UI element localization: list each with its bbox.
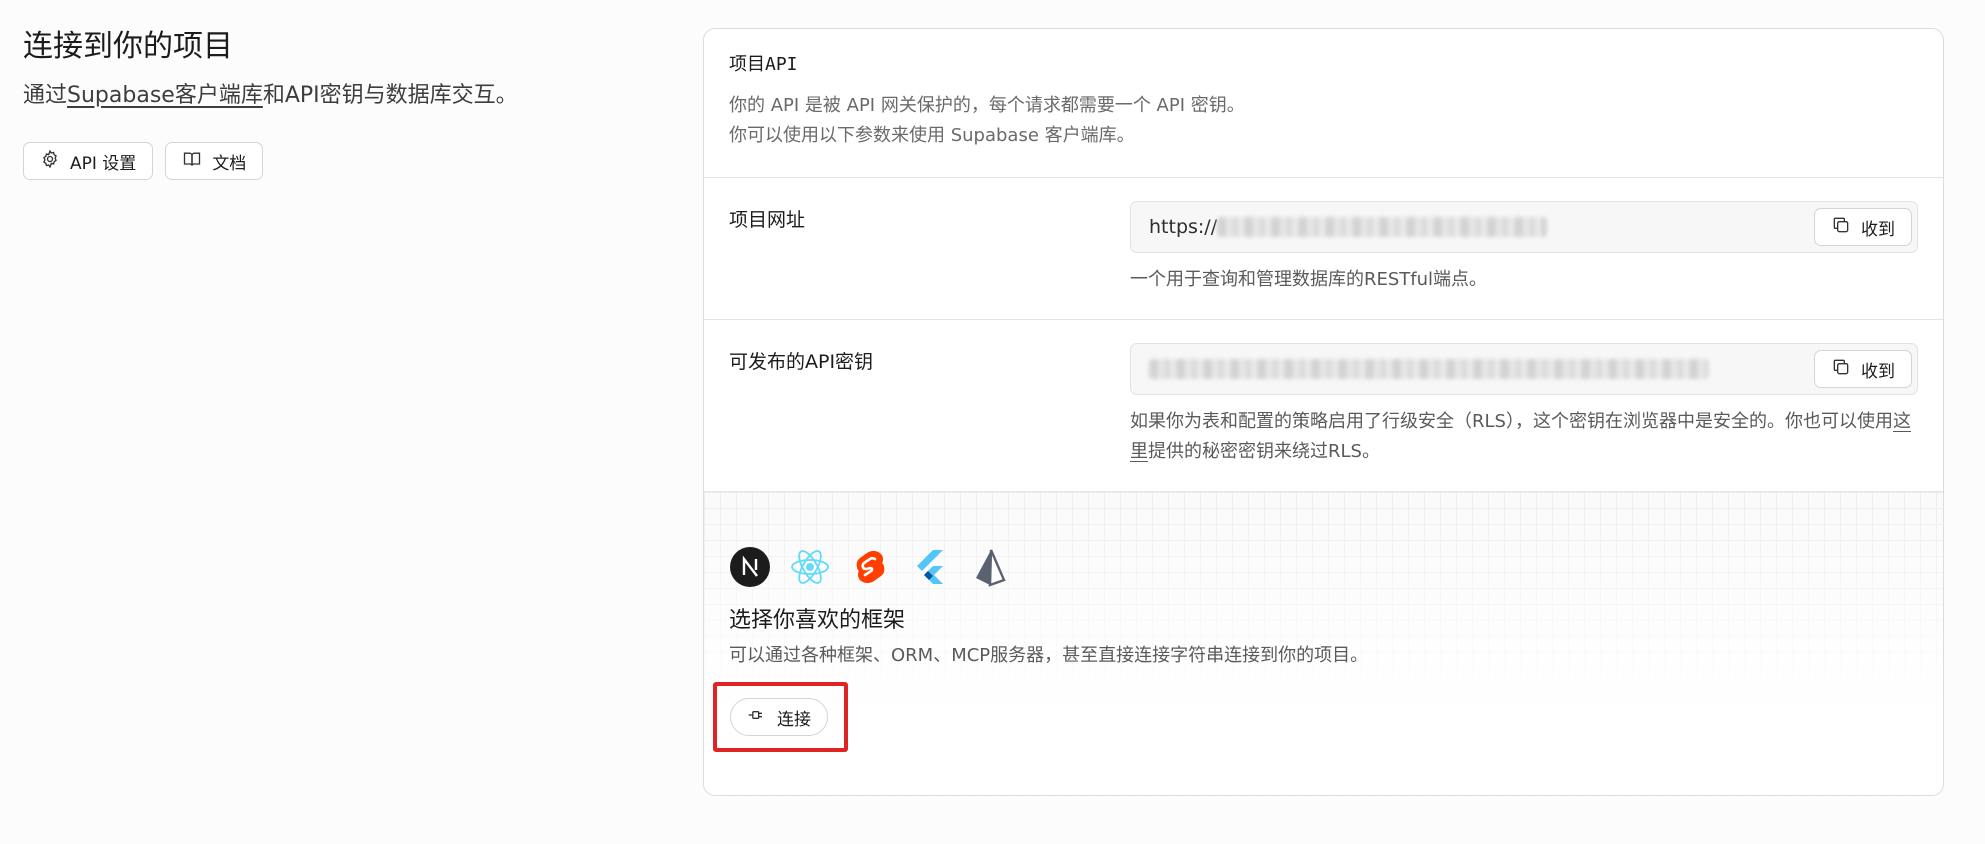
api-section-header: 项目API 你的 API 是被 API 网关保护的，每个请求都需要一个 API … <box>704 29 1943 178</box>
publishable-key-row: 可发布的API密钥 收到 如果你为表和配置的策略启用了行级安全（RLS），这个密… <box>704 320 1943 492</box>
copy-icon <box>1831 215 1851 240</box>
project-url-row: 项目网址 https:// 收到 一个用于查询和管理数据库的RESTful端点。 <box>704 178 1943 320</box>
page-title: 连接到你的项目 <box>23 29 233 64</box>
page-description: 通过Supabase客户端库和API密钥与数据库交互。 <box>23 80 663 112</box>
desc-prefix: 通过 <box>23 83 68 108</box>
docs-button[interactable]: 文档 <box>165 142 264 180</box>
copy-url-button[interactable]: 收到 <box>1814 208 1912 246</box>
left-panel: 连接到你的项目 通过Supabase客户端库和API密钥与数据库交互。 API … <box>23 26 663 180</box>
key-helper-prefix: 如果你为表和配置的策略启用了行级安全（RLS），这个密钥在浏览器中是安全的。你也… <box>1130 411 1893 432</box>
project-url-field-wrap: https:// 收到 一个用于查询和管理数据库的RESTful端点。 <box>1130 201 1918 319</box>
connect-button[interactable]: 连接 <box>730 698 828 736</box>
project-url-value: https:// <box>1149 216 1548 238</box>
framework-section: 选择你喜欢的框架 可以通过各种框架、ORM、MCP服务器，甚至直接连接字符串连接… <box>704 492 1943 795</box>
project-url-label: 项目网址 <box>729 209 806 231</box>
api-section-description: 你的 API 是被 API 网关保护的，每个请求都需要一个 API 密钥。 你可… <box>729 91 1918 151</box>
framework-icon-row <box>729 546 1918 588</box>
book-icon <box>182 149 202 174</box>
framework-subtitle: 可以通过各种框架、ORM、MCP服务器，甚至直接连接字符串连接到你的项目。 <box>729 645 1369 666</box>
gear-icon <box>40 149 60 174</box>
api-settings-label: API 设置 <box>70 153 137 174</box>
copy-url-label: 收到 <box>1861 219 1895 239</box>
prisma-icon <box>969 546 1011 588</box>
docs-label: 文档 <box>212 153 247 174</box>
api-desc-line2: 你可以使用以下参数来使用 Supabase 客户端库。 <box>729 125 1135 146</box>
left-button-row: API 设置 文档 <box>23 142 663 180</box>
flutter-icon <box>909 546 951 588</box>
redacted-url <box>1217 217 1548 237</box>
publishable-key-label: 可发布的API密钥 <box>729 351 874 373</box>
nextjs-icon <box>729 546 771 588</box>
plug-icon <box>747 705 767 730</box>
url-prefix: https:// <box>1149 216 1218 238</box>
connect-highlight-box: 连接 <box>713 682 848 752</box>
api-desc-line1: 你的 API 是被 API 网关保护的，每个请求都需要一个 API 密钥。 <box>729 95 1245 116</box>
connect-label: 连接 <box>777 709 811 729</box>
publishable-key-value <box>1149 359 1709 379</box>
publishable-key-helper: 如果你为表和配置的策略启用了行级安全（RLS），这个密钥在浏览器中是安全的。你也… <box>1130 407 1918 467</box>
key-helper-suffix: 提供的秘密密钥来绕过RLS。 <box>1148 441 1380 462</box>
framework-content: 选择你喜欢的框架 可以通过各种框架、ORM、MCP服务器，甚至直接连接字符串连接… <box>713 546 1918 752</box>
desc-suffix: 和API密钥与数据库交互。 <box>262 83 518 108</box>
copy-icon <box>1831 357 1851 382</box>
api-settings-button[interactable]: API 设置 <box>23 142 154 180</box>
client-library-link[interactable]: Supabase客户端库 <box>67 83 263 108</box>
redacted-key <box>1149 359 1709 379</box>
framework-title: 选择你喜欢的框架 <box>729 608 906 633</box>
project-api-card: 项目API 你的 API 是被 API 网关保护的，每个请求都需要一个 API … <box>703 28 1944 796</box>
react-icon <box>789 546 831 588</box>
api-section-title: 项目API <box>729 54 798 75</box>
copy-key-button[interactable]: 收到 <box>1814 350 1912 388</box>
copy-key-label: 收到 <box>1861 361 1895 381</box>
publishable-key-field[interactable]: 收到 <box>1130 343 1918 395</box>
publishable-key-field-wrap: 收到 如果你为表和配置的策略启用了行级安全（RLS），这个密钥在浏览器中是安全的… <box>1130 343 1918 491</box>
svelte-icon <box>849 546 891 588</box>
project-url-field[interactable]: https:// 收到 <box>1130 201 1918 253</box>
project-url-helper: 一个用于查询和管理数据库的RESTful端点。 <box>1130 269 1488 290</box>
